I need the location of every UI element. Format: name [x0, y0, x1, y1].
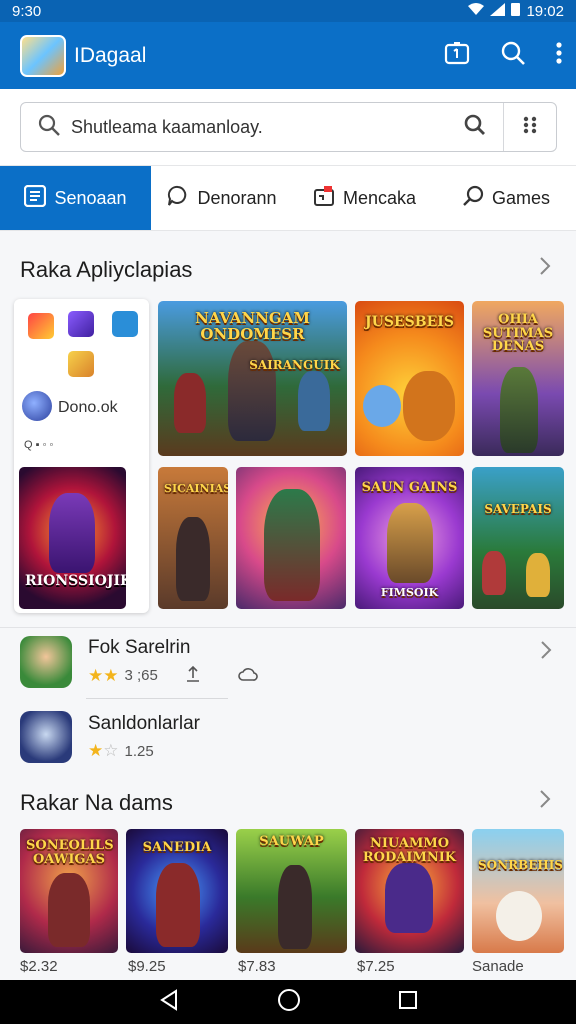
app-mini-icon[interactable] [28, 313, 54, 339]
list-item[interactable]: Fok Sarelrin ★★ 3 ;65 [0, 627, 576, 695]
game-tile[interactable]: SAUN GAINS FIMSOIK [355, 467, 464, 609]
search-area: Shutleama kaamanloay. [0, 89, 576, 165]
game-tile[interactable]: OHIA SUTIMAS DENAS [472, 301, 564, 456]
section-title: Raka Apliyclapias [20, 257, 193, 282]
game-tile[interactable]: NAVANNGAM ONDOMESR SAIRANGUIK [158, 301, 347, 456]
app-mini-icon[interactable] [112, 311, 138, 337]
search-submit-icon[interactable] [463, 113, 487, 142]
tab-games[interactable]: Games [436, 166, 576, 230]
app-mini-icon[interactable] [68, 351, 94, 377]
app-name: Fok Sarelrin [88, 636, 191, 658]
game-tile[interactable]: JUSESBEIS [355, 301, 464, 456]
back-icon[interactable] [158, 988, 180, 1016]
status-left: 9:30 [12, 2, 42, 20]
app-mini-icon[interactable] [68, 311, 94, 337]
game-tile[interactable]: SICAINIAS [158, 467, 228, 609]
app-bar: IDagaal [0, 22, 576, 89]
search-divider [503, 103, 504, 151]
app-name: Dono.ok [58, 399, 118, 416]
chevron-right-icon[interactable] [538, 788, 552, 816]
share-icon[interactable] [184, 665, 202, 687]
search-input[interactable]: Shutleama kaamanloay. [71, 117, 463, 138]
notification-icon[interactable] [444, 41, 470, 70]
tab-mencaka[interactable]: Mencaka [293, 166, 436, 230]
tab-label: Games [491, 187, 551, 208]
price-label: $2.32 [20, 958, 58, 975]
search-icon[interactable] [500, 40, 526, 71]
search-icon [462, 185, 484, 212]
app-title: IDagaal [74, 43, 147, 67]
app-logo [20, 34, 66, 77]
price-label: Sanade [472, 958, 524, 975]
game-card[interactable]: NIUAMMO RODAIMNIK [355, 829, 464, 953]
featured-card[interactable]: Dono.ok Q ▪ ◦ ◦ RIONSSIOJIK [14, 299, 149, 613]
tab-senoaan[interactable]: Senoaan [0, 166, 151, 230]
app-avatar[interactable] [22, 391, 52, 421]
cloud-icon[interactable] [238, 665, 258, 687]
battery-icon [511, 2, 521, 20]
app-icon [20, 711, 72, 763]
rating-value: 1.25 [124, 742, 154, 760]
feature-tile[interactable]: RIONSSIOJIK [19, 467, 126, 609]
star-icon: ★★ [88, 665, 119, 685]
status-icons: 19:02 [468, 2, 564, 20]
tab-label: Denorann [197, 187, 277, 208]
game-tile[interactable]: SAVEPAIS [472, 467, 564, 609]
app-tag: Q ▪ ◦ ◦ [24, 439, 54, 451]
divider [86, 698, 228, 699]
price-label: $7.83 [238, 958, 276, 975]
tab-label: Mencaka [342, 187, 417, 208]
grid-menu-icon[interactable] [522, 116, 538, 139]
game-card[interactable]: SAUWAP [236, 829, 347, 953]
list-icon [24, 184, 47, 212]
status-bar: 9:30 19:02 [0, 0, 576, 22]
chat-icon [167, 185, 189, 212]
app-icon [20, 635, 72, 688]
tab-denorann[interactable]: Denorann [151, 166, 293, 230]
tab-label: Senoaan [54, 187, 127, 208]
search-icon [37, 113, 61, 142]
chevron-right-icon[interactable] [540, 640, 552, 665]
wifi-icon [468, 2, 485, 20]
recents-icon[interactable] [398, 990, 418, 1015]
list-item[interactable]: Sanldonlarlar ★☆ 1.25 [0, 703, 576, 771]
section-title: Rakar Na dams [20, 790, 173, 815]
game-card[interactable]: SONRBEHIS [472, 829, 564, 953]
app-name: Sanldonlarlar [88, 713, 200, 734]
status-time: 19:02 [526, 2, 564, 20]
game-card[interactable]: SANEDIA [126, 829, 228, 953]
price-label: $7.25 [357, 958, 395, 975]
search-bar[interactable]: Shutleama kaamanloay. [20, 102, 557, 152]
star-icon: ★☆ [88, 741, 119, 760]
rating-value: 3 ;65 [124, 667, 158, 684]
more-options-icon[interactable] [556, 41, 562, 70]
gift-icon [313, 185, 335, 212]
chevron-right-icon[interactable] [538, 255, 552, 283]
game-tile[interactable] [236, 467, 346, 609]
home-icon[interactable] [277, 988, 301, 1017]
game-card[interactable]: SONEOLILS OAWIGAS [20, 829, 118, 953]
price-label: $9.25 [128, 958, 166, 975]
signal-icon [490, 2, 506, 20]
category-tabs: Senoaan Denorann Mencaka Games [0, 165, 576, 231]
system-nav-bar [0, 980, 576, 1024]
